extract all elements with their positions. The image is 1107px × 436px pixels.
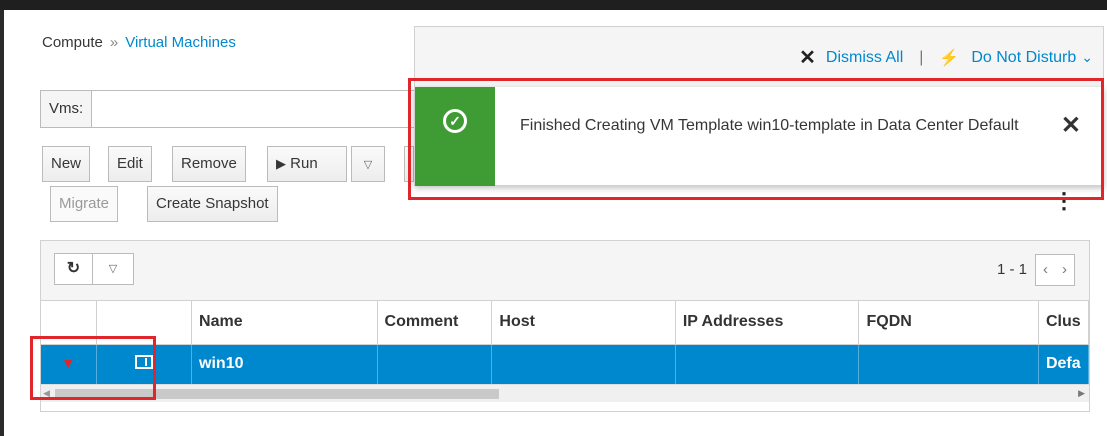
play-icon: ▶ [276,156,286,171]
run-dropdown-button[interactable]: ▽ [351,146,385,182]
row-comment-cell [377,344,493,384]
toast-message: Finished Creating VM Template win10-temp… [520,117,1019,134]
edit-button[interactable]: Edit [108,146,152,182]
close-icon[interactable]: ✕ [799,45,816,70]
column-header-fqdn[interactable]: FQDN [858,301,1039,345]
check-circle-icon: ✓ [443,109,467,133]
chevron-down-icon[interactable]: ⌄ [1081,49,1093,66]
drawer-actions: ✕ Dismiss All | ⚡ Do Not Disturb ⌄ [799,45,1093,70]
toast-status-area: ✓ [415,87,495,186]
vm-icon [134,354,153,369]
column-header-comment[interactable]: Comment [377,301,493,345]
row-host-cell [491,344,676,384]
row-ip-cell [675,344,860,384]
breadcrumb-current[interactable]: Virtual Machines [125,34,236,51]
vm-table: Name Comment Host IP Addresses FQDN Clus… [41,301,1090,384]
refresh-icon[interactable]: ↻ [55,254,93,284]
row-expander-cell[interactable]: ▼ [41,344,98,384]
window-left-edge [0,10,4,436]
breadcrumb-root[interactable]: Compute [42,34,103,51]
column-header-expander [41,301,98,345]
row-fqdn-cell [858,344,1039,384]
scroll-left-icon[interactable]: ◀ [43,388,50,399]
search-bar: Vms: [40,90,420,128]
migrate-button[interactable]: Migrate [50,186,119,222]
run-label: Run [290,155,318,172]
table-row[interactable]: ▼ win10 Defa [41,344,1090,384]
scrollbar-thumb[interactable] [55,389,499,399]
column-header-host[interactable]: Host [491,301,676,345]
breadcrumb-separator: » [109,34,119,51]
search-input[interactable] [92,90,420,128]
breadcrumb: Compute » Virtual Machines [42,34,236,51]
notification-drawer-header: ✕ Dismiss All | ⚡ Do Not Disturb ⌄ [414,26,1104,89]
column-header-cluster[interactable]: Clus [1038,301,1090,345]
table-header-row: Name Comment Host IP Addresses FQDN Clus [41,301,1090,345]
toolbar-next-button[interactable] [404,146,414,182]
triangle-down-icon[interactable]: ▼ [61,355,75,371]
column-header-name[interactable]: Name [191,301,378,345]
pagination-label: 1 - 1 [996,261,1027,278]
search-label: Vms: [40,90,93,128]
bell-slash-icon[interactable]: ⚡ [939,48,959,68]
vm-grid-panel: ↻ ▽ 1 - 1 ‹ › Name Comment Host IP Addre… [40,240,1090,412]
column-header-ip-addresses[interactable]: IP Addresses [675,301,860,345]
scroll-right-icon[interactable]: ▶ [1078,388,1085,399]
grid-toolbar: ↻ ▽ 1 - 1 ‹ › [41,241,1089,301]
pagination-buttons: ‹ › [1035,254,1075,286]
dismiss-all-link[interactable]: Dismiss All [826,49,903,67]
refresh-dropdown-icon[interactable]: ▽ [93,254,133,284]
new-button[interactable]: New [42,146,91,182]
success-toast: ✓ Finished Creating VM Template win10-te… [414,87,1104,186]
next-page-icon[interactable]: › [1055,255,1074,285]
drawer-separator: | [919,48,924,66]
create-snapshot-button[interactable]: Create Snapshot [147,186,278,222]
run-button[interactable]: ▶ Run [267,146,347,182]
window-top-bar [0,0,1107,10]
row-cluster-cell: Defa [1038,344,1090,384]
refresh-control: ↻ ▽ [54,253,134,285]
do-not-disturb-link[interactable]: Do Not Disturb [971,49,1076,67]
remove-button[interactable]: Remove [172,146,246,182]
prev-page-icon[interactable]: ‹ [1036,255,1055,285]
toast-close-icon[interactable]: ✕ [1061,111,1081,140]
row-name-cell[interactable]: win10 [191,344,378,384]
kebab-menu-icon[interactable]: ⋮ [1053,190,1075,212]
column-header-icon [96,301,193,345]
chevron-down-icon: ▽ [363,159,373,171]
horizontal-scrollbar[interactable]: ◀ ▶ [41,384,1089,402]
row-type-cell [96,344,193,384]
